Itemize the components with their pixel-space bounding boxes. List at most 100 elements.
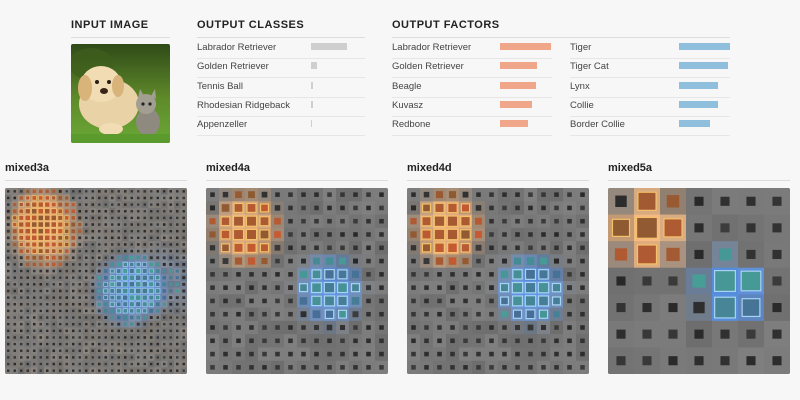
feature-thumbnail — [117, 356, 120, 359]
feature-thumbnail — [122, 268, 128, 274]
feature-thumbnail — [500, 297, 509, 305]
activation-grid-mixed3a[interactable] — [5, 188, 187, 374]
feature-thumbnail — [78, 302, 82, 306]
feature-thumbnail — [553, 311, 560, 318]
feature-thumbnail — [91, 276, 95, 279]
feature-thumbnail — [410, 205, 417, 211]
activation-grid-mixed4a[interactable] — [206, 188, 388, 374]
output-class-bar — [311, 81, 313, 89]
activation-grid-mixed4d[interactable] — [407, 188, 589, 374]
feature-thumbnail — [59, 316, 62, 319]
feature-thumbnail — [340, 325, 345, 330]
feature-thumbnail — [150, 369, 153, 372]
feature-thumbnail — [51, 242, 57, 247]
feature-thumbnail — [275, 272, 280, 277]
feature-thumbnail — [71, 209, 75, 213]
feature-thumbnail — [352, 311, 359, 318]
feature-thumbnail — [720, 223, 730, 233]
feature-thumbnail — [312, 310, 321, 319]
feature-thumbnail — [155, 295, 160, 300]
feature-thumbnail — [163, 322, 166, 326]
feature-thumbnail — [44, 208, 50, 214]
feature-thumbnail — [65, 196, 69, 200]
feature-thumbnail — [85, 190, 88, 193]
feature-thumbnail — [59, 269, 62, 273]
feature-thumbnail — [104, 356, 107, 359]
feature-thumbnail — [129, 288, 135, 294]
feature-thumbnail — [340, 205, 345, 211]
feature-thumbnail — [260, 216, 269, 226]
feature-thumbnail — [78, 349, 81, 352]
feature-thumbnail — [71, 216, 75, 220]
feature-thumbnail — [78, 309, 82, 313]
feature-thumbnail — [78, 342, 81, 346]
feature-thumbnail — [668, 329, 678, 339]
feature-thumbnail — [248, 191, 255, 199]
feature-thumbnail — [64, 222, 69, 227]
feature-thumbnail — [340, 351, 345, 357]
feature-thumbnail — [156, 256, 160, 260]
feature-thumbnail — [222, 191, 229, 198]
activation-grid-mixed5a[interactable] — [608, 188, 790, 374]
feature-thumbnail — [6, 209, 10, 213]
feature-thumbnail — [38, 242, 44, 247]
feature-thumbnail — [45, 262, 49, 267]
feature-thumbnail — [314, 192, 319, 197]
output-factor-label: Beagle — [392, 80, 422, 92]
feature-thumbnail — [175, 236, 179, 240]
feature-thumbnail — [262, 285, 267, 290]
feature-thumbnail — [44, 248, 50, 254]
feature-thumbnail — [366, 232, 371, 237]
feature-thumbnail — [39, 316, 42, 319]
feature-thumbnail — [379, 218, 384, 224]
feature-thumbnail — [463, 365, 468, 370]
feature-thumbnail — [13, 296, 16, 299]
feature-thumbnail — [104, 203, 107, 206]
feature-thumbnail — [288, 205, 293, 211]
feature-thumbnail — [142, 275, 148, 281]
feature-thumbnail — [110, 236, 114, 240]
feature-thumbnail — [489, 351, 494, 357]
feature-thumbnail — [149, 349, 153, 353]
feature-thumbnail — [327, 192, 332, 197]
feature-thumbnail — [33, 296, 36, 299]
feature-thumbnail — [20, 296, 23, 299]
feature-thumbnail — [502, 218, 507, 224]
feature-thumbnail — [540, 324, 547, 331]
feature-thumbnail — [130, 203, 133, 206]
feature-thumbnail — [51, 202, 56, 207]
feature-thumbnail — [301, 338, 306, 344]
feature-thumbnail — [104, 336, 107, 339]
feature-thumbnail — [51, 208, 57, 214]
feature-thumbnail — [117, 322, 121, 326]
feature-thumbnail — [314, 218, 319, 224]
feature-thumbnail — [124, 236, 127, 240]
feature-thumbnail — [72, 309, 75, 313]
feature-thumbnail — [612, 219, 630, 237]
feature-thumbnail — [124, 210, 127, 213]
feature-thumbnail — [353, 245, 358, 251]
feature-thumbnail — [236, 325, 241, 330]
feature-thumbnail — [247, 203, 256, 213]
feature-thumbnail — [57, 228, 63, 234]
feature-thumbnail — [13, 249, 17, 253]
feature-thumbnail — [720, 329, 730, 339]
feature-thumbnail — [72, 283, 75, 286]
feature-thumbnail — [462, 257, 469, 265]
feature-thumbnail — [72, 296, 75, 299]
feature-thumbnail — [313, 257, 320, 265]
feature-thumbnail — [65, 323, 68, 326]
feature-thumbnail — [149, 309, 154, 313]
feature-thumbnail — [162, 236, 166, 240]
feature-thumbnail — [148, 295, 154, 300]
feature-thumbnail — [150, 203, 153, 206]
feature-thumbnail — [123, 308, 128, 314]
feature-thumbnail — [85, 263, 88, 266]
feature-thumbnail — [13, 236, 17, 240]
output-class-label: Tennis Ball — [197, 80, 243, 92]
feature-thumbnail — [91, 203, 95, 206]
feature-thumbnail — [116, 288, 122, 294]
feature-thumbnail — [137, 203, 140, 206]
feature-thumbnail — [98, 203, 101, 206]
factor-blue-bar — [679, 100, 718, 108]
